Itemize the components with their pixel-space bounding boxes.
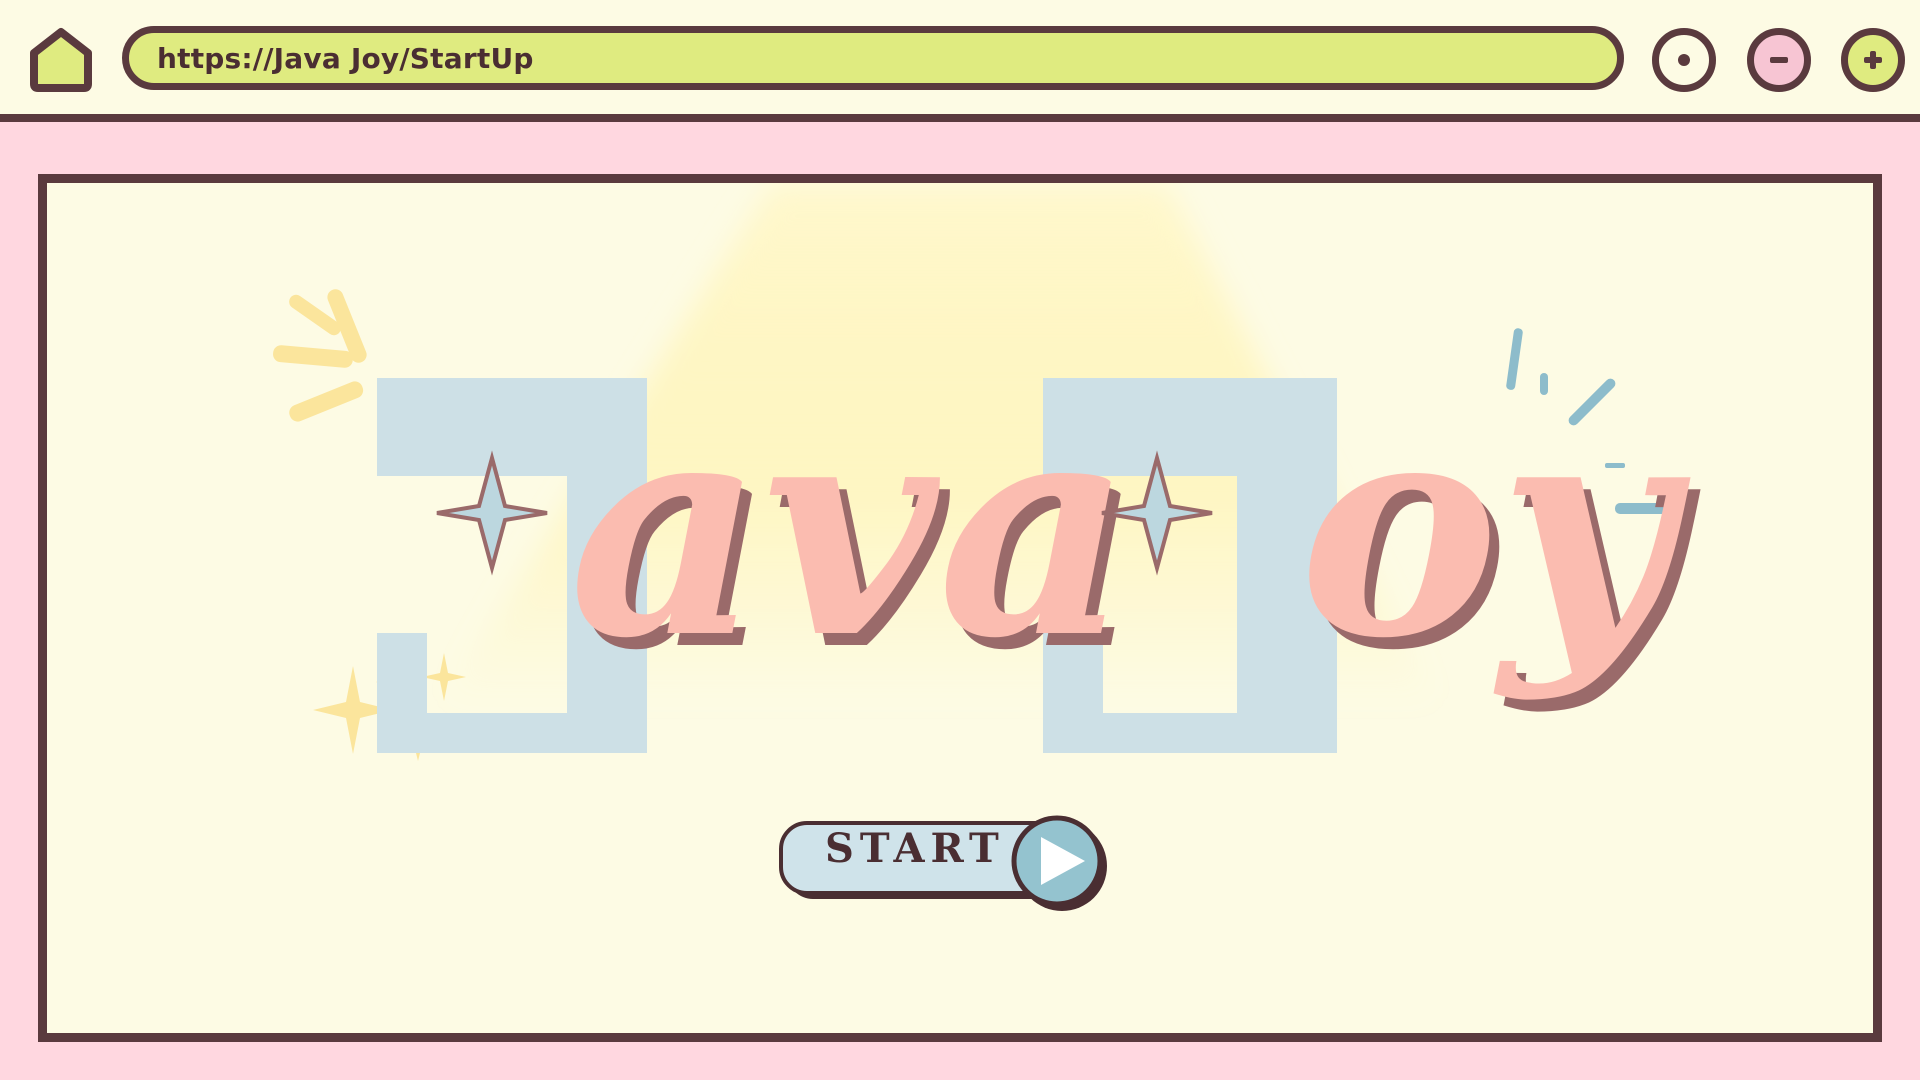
minimize-button[interactable] [1747,28,1811,92]
maximize-button[interactable] [1841,28,1905,92]
plus-icon [1864,51,1882,69]
start-button[interactable]: START [779,813,1155,913]
main-window: ava ava oy oy START [38,174,1882,1042]
record-button[interactable] [1652,28,1716,92]
address-bar[interactable]: https://Java Joy/StartUp [122,26,1624,90]
sun-rays-decoration [273,289,367,422]
browser-toolbar: https://Java Joy/StartUp [0,0,1920,122]
url-text: https://Java Joy/StartUp [157,41,534,75]
minus-icon [1770,57,1788,63]
record-icon [1678,54,1690,66]
home-button[interactable] [28,26,94,92]
logo-text-ava: ava [569,351,1132,704]
home-icon [30,28,92,92]
logo-text-oy: oy [1299,351,1691,704]
start-label: START [825,825,1005,872]
